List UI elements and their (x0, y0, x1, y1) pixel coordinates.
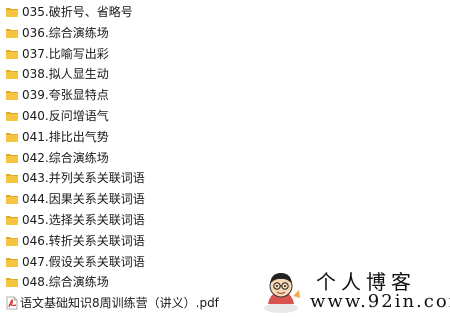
folder-icon (6, 236, 18, 246)
file-name: 035.破折号、省略号 (22, 5, 133, 19)
file-name: 046.转折关系关联词语 (22, 233, 145, 248)
folder-item[interactable]: 046.转折关系关联词语 (0, 231, 230, 251)
folder-item[interactable]: 045.选择关系关联词语 (0, 210, 230, 230)
watermark-title: 个人博客 (316, 270, 416, 294)
folder-item[interactable]: 035.破折号、省略号 (0, 2, 230, 22)
file-name: 042.综合演练场 (22, 150, 109, 165)
folder-icon (6, 174, 18, 184)
folder-item[interactable]: 039.夸张显特点 (0, 85, 230, 105)
file-name: 040.反问增语气 (22, 109, 109, 123)
folder-icon (6, 132, 18, 142)
folder-icon (6, 8, 18, 17)
file-name: 语文基础知识8周训练营（讲义）.pdf (20, 296, 219, 311)
watermark: 个人博客 www.92in.com (258, 268, 450, 314)
folder-icon (6, 49, 18, 59)
folder-item[interactable]: 038.拟人显生动 (0, 64, 230, 84)
folder-item[interactable]: 042.综合演练场 (0, 148, 230, 168)
folder-icon (6, 195, 18, 205)
file-name: 047.假设关系关联词语 (22, 254, 145, 269)
folder-icon (6, 28, 18, 38)
file-name: 039.夸张显特点 (22, 88, 109, 103)
folder-item[interactable]: 048.综合演练场 (0, 272, 230, 292)
pdf-file-item[interactable]: 语文基础知识8周训练营（讲义）.pdf (0, 293, 230, 313)
file-name: 048.综合演练场 (22, 275, 109, 290)
file-name: 043.并列关系关联词语 (22, 171, 145, 186)
folder-icon (6, 91, 18, 101)
pdf-file-icon (6, 296, 18, 310)
folder-icon (6, 112, 18, 121)
folder-icon (6, 153, 18, 163)
folder-icon (6, 257, 18, 267)
folder-item[interactable]: 037.比喻写出彩 (0, 44, 230, 64)
folder-item[interactable]: 040.反问增语气 (0, 106, 230, 126)
folder-item[interactable]: 043.并列关系关联词语 (0, 168, 230, 188)
folder-icon (6, 70, 18, 80)
file-name: 036.综合演练场 (22, 25, 109, 40)
folder-icon (6, 216, 18, 225)
folder-item[interactable]: 041.排比出气势 (0, 127, 230, 147)
file-name: 041.排比出气势 (22, 129, 109, 144)
file-name: 044.因果关系关联词语 (22, 192, 145, 207)
folder-item[interactable]: 044.因果关系关联词语 (0, 189, 230, 209)
folder-item[interactable]: 036.综合演练场 (0, 23, 230, 43)
watermark-url: www.92in.com (310, 291, 450, 312)
cartoon-avatar-icon (264, 273, 300, 313)
file-name: 045.选择关系关联词语 (22, 213, 145, 227)
file-name: 037.比喻写出彩 (22, 46, 109, 61)
folder-item[interactable]: 047.假设关系关联词语 (0, 252, 230, 272)
file-name: 038.拟人显生动 (22, 67, 109, 82)
folder-icon (6, 278, 18, 288)
